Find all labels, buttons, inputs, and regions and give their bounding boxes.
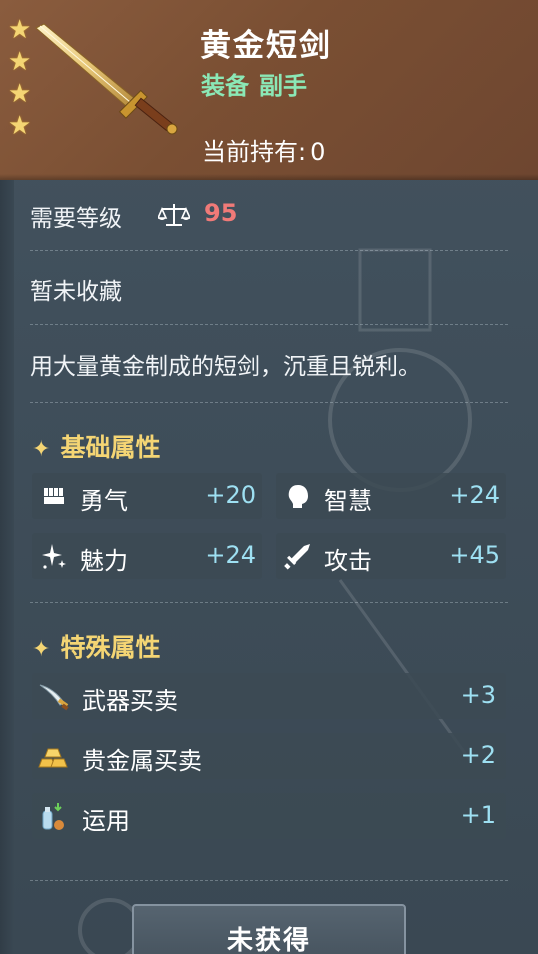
item-type-sub: 副手: [259, 72, 307, 100]
divider: [30, 324, 508, 325]
special-stat-weapon-trade: 武器买卖 +3: [32, 673, 506, 719]
special-attributes-title: ✦ 特殊属性: [32, 628, 160, 664]
potion-icon: [42, 803, 64, 830]
gold-bars-icon: [38, 748, 68, 768]
special-stat-value: +3: [460, 681, 496, 709]
sword-icon: [284, 544, 310, 570]
item-header: ★ ★ ★ ★ 黄金短剑 装备 副手 当前持有: 0: [0, 0, 538, 180]
scale-icon: [158, 204, 190, 226]
stat-value: +24: [205, 541, 256, 569]
special-stat-application: 运用 +1: [32, 793, 506, 839]
stat-label: 智慧: [324, 487, 372, 515]
not-obtained-label: 未获得: [226, 926, 311, 954]
not-obtained-button[interactable]: 未获得: [132, 904, 406, 954]
divider: [30, 402, 508, 403]
scimitar-icon: [39, 684, 69, 711]
basic-attributes-title: ✦ 基础属性: [32, 428, 160, 464]
stat-courage: 勇气 +20: [32, 473, 262, 519]
level-requirement-value: 95: [204, 199, 238, 227]
divider: [30, 250, 508, 251]
collection-status: 暂未收藏: [30, 279, 122, 305]
item-type: 装备 副手: [201, 66, 307, 101]
stat-attack: 攻击 +45: [276, 533, 506, 579]
panel-left-edge: [0, 180, 14, 954]
level-requirement-label: 需要等级: [30, 206, 122, 232]
stat-wisdom: 智慧 +24: [276, 473, 506, 519]
special-stat-label: 贵金属买卖: [82, 747, 202, 775]
item-type-main: 装备: [201, 72, 249, 100]
special-stat-value: +1: [460, 801, 496, 829]
item-description: 用大量黄金制成的短剑，沉重且锐利。: [30, 354, 421, 380]
special-attributes-label: 特殊属性: [60, 633, 161, 662]
stat-label: 勇气: [80, 487, 128, 515]
divider: [30, 880, 508, 881]
holding-count: 当前持有: 0: [202, 132, 325, 167]
special-stat-precious-metal-trade: 贵金属买卖 +2: [32, 733, 506, 779]
golden-dagger-icon: [35, 23, 178, 135]
stat-charm: 魅力 +24: [32, 533, 262, 579]
basic-attributes-label: 基础属性: [60, 433, 161, 462]
stat-value: +24: [449, 481, 500, 509]
special-stat-label: 运用: [82, 807, 130, 835]
special-stat-value: +2: [460, 741, 496, 769]
sparkle-icon: [42, 544, 66, 569]
item-detail-panel: ★ ★ ★ ★ 黄金短剑 装备 副手 当前持有: 0 需要等级 95 暂未收藏 …: [0, 0, 538, 954]
special-stat-label: 武器买卖: [82, 687, 178, 715]
head-icon: [288, 485, 308, 508]
stat-label: 魅力: [80, 547, 128, 575]
stat-value: +45: [449, 541, 500, 569]
fist-icon: [44, 488, 64, 504]
stat-label: 攻击: [324, 547, 372, 575]
sparkle-bullet-icon: ✦: [32, 437, 51, 462]
divider: [30, 602, 508, 603]
stat-value: +20: [205, 481, 256, 509]
holding-value: 0: [310, 138, 326, 166]
holding-label: 当前持有:: [202, 138, 307, 166]
item-name: 黄金短剑: [200, 28, 332, 64]
sparkle-bullet-icon: ✦: [32, 637, 51, 662]
